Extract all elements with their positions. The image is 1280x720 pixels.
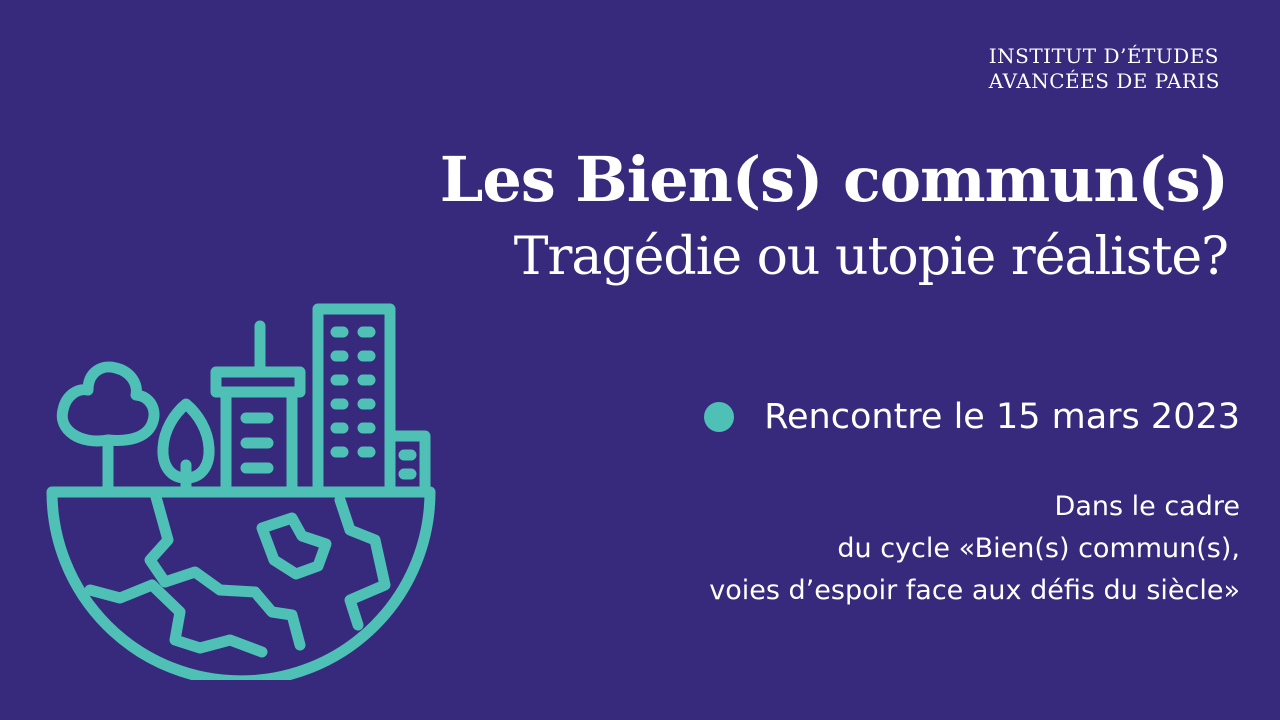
page-title: Les Bien(s) commun(s): [439, 143, 1229, 216]
page-subtitle: Tragédie ou utopie réaliste?: [513, 227, 1229, 287]
bullet-dot-icon: [704, 402, 735, 432]
institute-line-2: AVANCÉES DE PARIS: [988, 69, 1220, 93]
cycle-context: Dans le cadre du cycle «Bien(s) commun(s…: [709, 486, 1240, 612]
event-label: Rencontre le 15 mars 2023: [764, 397, 1240, 437]
city-earth-icon: [46, 303, 436, 680]
context-line-1: Dans le cadre: [1054, 491, 1240, 522]
event-date: Rencontre le 15 mars 2023: [704, 392, 1240, 442]
institute-line-1: INSTITUT D’ÉTUDES: [988, 44, 1219, 68]
institute-logo: INSTITUT D’ÉTUDES AVANCÉES DE PARIS: [989, 44, 1220, 94]
context-line-3: voies d’espoir face aux défis du siècle»: [709, 575, 1240, 606]
context-line-2: du cycle «Bien(s) commun(s),: [837, 533, 1240, 564]
